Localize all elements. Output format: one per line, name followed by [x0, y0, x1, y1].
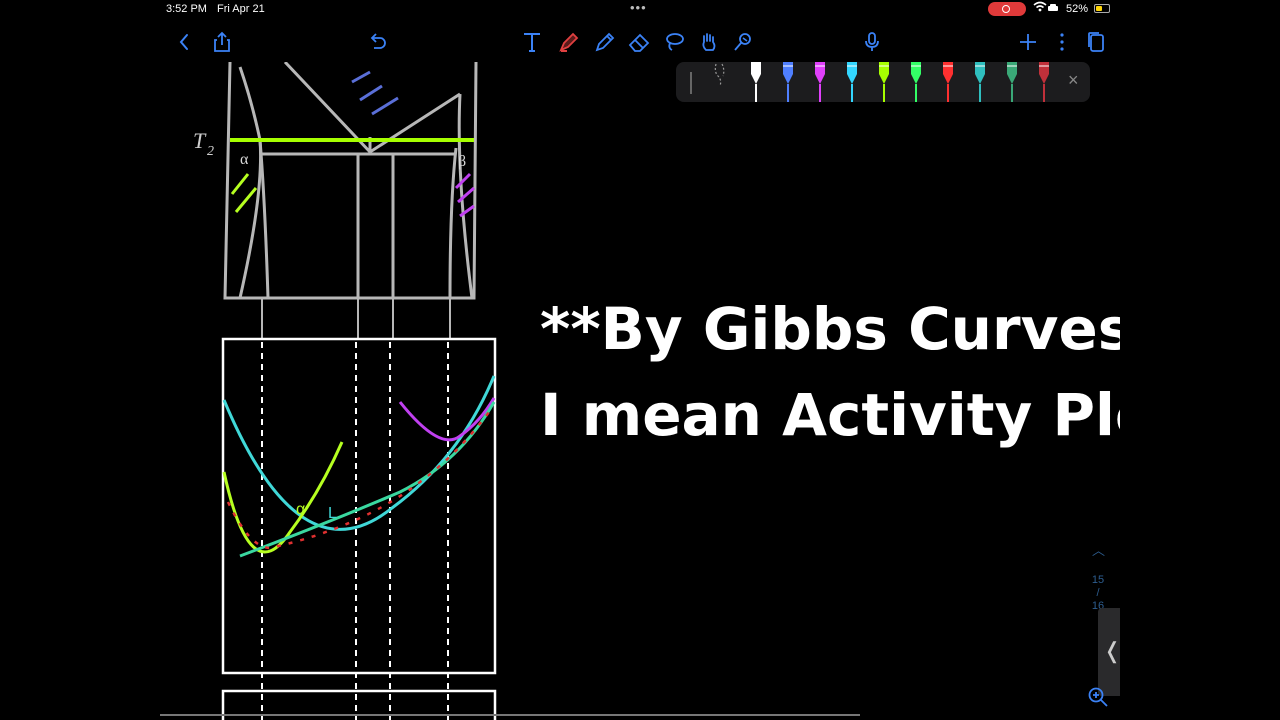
alpha-hatch [230, 173, 258, 213]
status-time: 3:52 PM [166, 3, 207, 15]
note-canvas[interactable]: T 2 α β α L **By Gibbs Curves I mean Act… [160, 62, 1120, 720]
battery-percent: 52% [1066, 3, 1089, 15]
gibbs-plot-box [221, 337, 497, 675]
horizontal-scrollbar[interactable] [160, 714, 860, 716]
microphone-icon[interactable] [860, 30, 884, 54]
t2-label: T [193, 128, 207, 153]
page-up-icon[interactable]: ︿ [1092, 540, 1105, 559]
pen-tool-icon[interactable] [557, 30, 581, 54]
liquid-hatch [351, 70, 399, 116]
undo-icon[interactable] [365, 30, 389, 54]
status-date: Fri Apr 21 [217, 3, 265, 15]
more-icon[interactable] [1050, 30, 1074, 54]
share-icon[interactable] [210, 30, 234, 54]
pencil-tool-icon[interactable] [593, 30, 617, 54]
caption-line-2: I mean Activity Plots** [540, 381, 1120, 449]
sidebar-toggle[interactable]: ❬ [1098, 608, 1120, 696]
page-separator: / [1096, 587, 1100, 599]
beta-hatch [454, 172, 475, 218]
add-icon[interactable] [1016, 30, 1040, 54]
alpha-curve [222, 441, 344, 554]
status-bar: 3:52 PM Fri Apr 21 ••• 52% [160, 0, 1120, 18]
alpha-curve-label: α [296, 501, 305, 518]
wifi-icon [1032, 1, 1060, 16]
caption-text: **By Gibbs Curves I mean Activity Plots*… [540, 286, 1120, 458]
ipad-screen: 3:52 PM Fri Apr 21 ••• 52% × T 2 α β α L… [160, 0, 1120, 720]
chevron-left-icon: ❬ [1103, 638, 1120, 663]
pages-icon[interactable] [1084, 30, 1108, 54]
screen-recording-icon[interactable] [988, 2, 1026, 16]
t2-subscript: 2 [207, 144, 214, 159]
eraser-tool-icon[interactable] [627, 30, 651, 54]
current-page: 15 [1091, 574, 1105, 586]
phase-diagram [223, 62, 478, 340]
hand-tool-icon[interactable] [697, 30, 721, 54]
common-tangent-line [239, 401, 496, 558]
notes-toolbar [160, 22, 1120, 62]
shape-tool-icon[interactable] [731, 30, 755, 54]
multitasking-dots-icon[interactable]: ••• [630, 0, 647, 15]
liquid-curve-label: L [328, 505, 337, 522]
beta-label: β [458, 153, 466, 170]
battery-icon [1094, 4, 1110, 13]
back-icon[interactable] [172, 30, 196, 54]
lasso-tool-icon[interactable] [662, 30, 686, 54]
text-tool-icon[interactable] [520, 30, 544, 54]
alpha-label: α [240, 151, 249, 168]
zoom-icon[interactable] [1087, 686, 1109, 708]
caption-line-1: **By Gibbs Curves [540, 295, 1120, 363]
